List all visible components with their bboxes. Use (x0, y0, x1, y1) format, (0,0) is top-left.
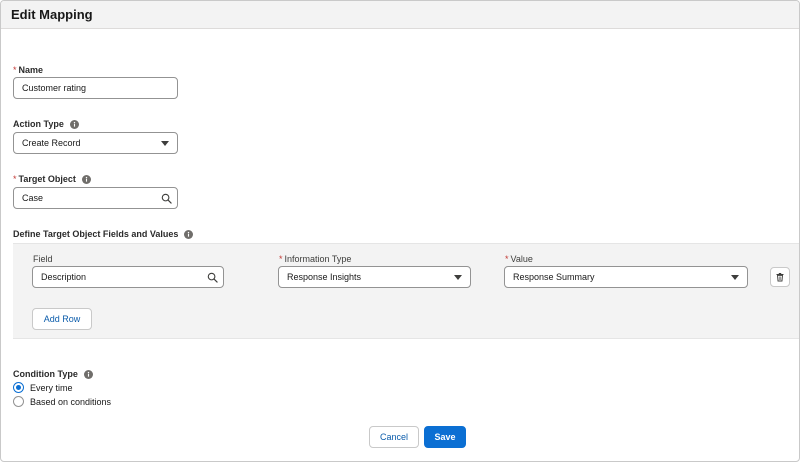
field-input-value: Description (41, 272, 87, 282)
action-type-value: Create Record (22, 138, 81, 148)
action-type-select[interactable]: Create Record (13, 132, 178, 154)
name-label: * Name (13, 65, 43, 75)
add-row-button[interactable]: Add Row (32, 308, 92, 330)
search-icon[interactable] (207, 272, 218, 283)
info-icon[interactable] (184, 229, 194, 239)
target-object-value: Case (22, 193, 44, 203)
required-marker: * (505, 254, 509, 264)
radio-button[interactable] (13, 396, 24, 407)
information-type-value: Response Insights (287, 272, 362, 282)
action-type-label: Action Type (13, 119, 79, 129)
info-icon[interactable] (69, 119, 79, 129)
field-column-label: Field (33, 254, 53, 264)
modal-title: Edit Mapping (11, 7, 93, 22)
search-icon[interactable] (161, 193, 172, 204)
fields-section-label: Define Target Object Fields and Values (13, 229, 194, 239)
fields-section-label-text: Define Target Object Fields and Values (13, 229, 179, 239)
trash-icon (776, 273, 784, 282)
chevron-down-icon (731, 274, 739, 280)
modal-header: Edit Mapping (1, 1, 799, 29)
information-type-select[interactable]: Response Insights (278, 266, 471, 288)
name-label-text: Name (18, 65, 44, 75)
radio-every-time[interactable]: Every time (13, 382, 73, 393)
info-icon[interactable] (83, 369, 93, 379)
information-type-label-text: Information Type (284, 254, 352, 264)
radio-based-on-conditions-label: Based on conditions (30, 396, 112, 407)
name-input[interactable]: Customer rating (13, 77, 178, 99)
value-label: * Value (505, 254, 533, 264)
radio-based-on-conditions[interactable]: Based on conditions (13, 396, 111, 407)
target-object-input[interactable]: Case (13, 187, 178, 209)
cancel-button[interactable]: Cancel (369, 426, 419, 448)
field-input[interactable]: Description (32, 266, 224, 288)
value-label-text: Value (510, 254, 533, 264)
field-mapping-panel: Field Description * Information Type Res… (13, 243, 799, 339)
radio-every-time-label: Every time (30, 382, 73, 393)
info-icon[interactable] (81, 174, 91, 184)
value-select-value: Response Summary (513, 272, 595, 282)
name-input-value: Customer rating (22, 83, 87, 93)
chevron-down-icon (454, 274, 462, 280)
target-object-label: * Target Object (13, 174, 91, 184)
radio-button-checked[interactable] (13, 382, 24, 393)
chevron-down-icon (161, 140, 169, 146)
information-type-label: * Information Type (279, 254, 351, 264)
required-marker: * (13, 65, 17, 75)
delete-row-button[interactable] (770, 267, 790, 287)
required-marker: * (13, 174, 17, 184)
condition-type-label-text: Condition Type (13, 369, 78, 379)
target-object-label-text: Target Object (18, 174, 76, 184)
condition-type-label: Condition Type (13, 369, 93, 379)
edit-mapping-modal: Edit Mapping * Name Customer rating Acti… (0, 0, 800, 462)
save-button[interactable]: Save (424, 426, 466, 448)
value-select[interactable]: Response Summary (504, 266, 748, 288)
radio-dot (16, 385, 21, 390)
field-column-label-text: Field (33, 254, 53, 264)
action-type-label-text: Action Type (13, 119, 64, 129)
required-marker: * (279, 254, 283, 264)
